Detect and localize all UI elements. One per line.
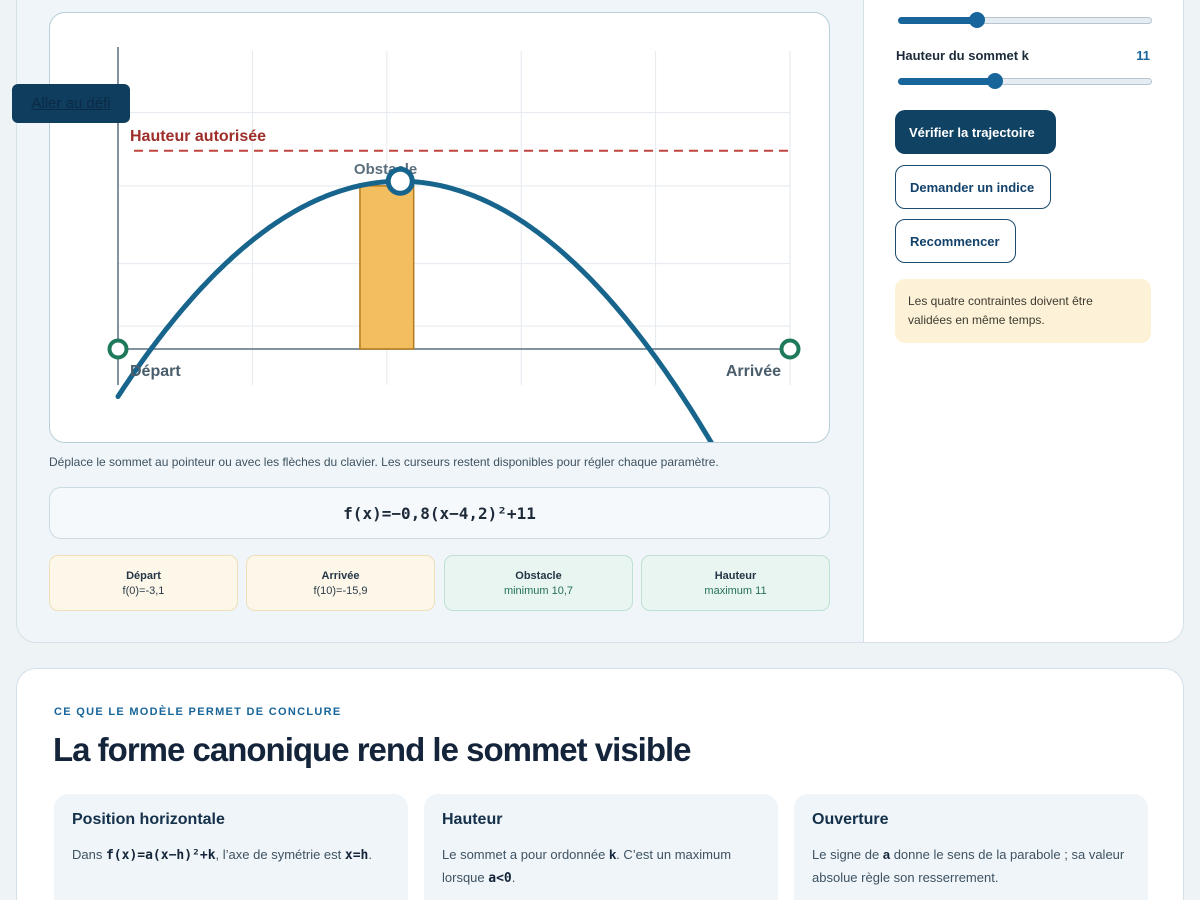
vertex-h-slider[interactable] xyxy=(896,12,1152,28)
constraints-note: Les quatre contraintes doivent être vali… xyxy=(895,279,1151,343)
card-title: Position horizontale xyxy=(72,811,225,828)
constraint-value: f(0)=-3,1 xyxy=(122,584,165,597)
function-formula: f(x)=−0,8(x−4,2)²+11 xyxy=(49,487,830,539)
conclusion-section: CE QUE LE MODÈLE PERMET DE CONCLURE La f… xyxy=(16,668,1184,900)
card-text: Le sommet a pour ordonnée k. C’est un ma… xyxy=(442,847,732,886)
skip-to-challenge-link[interactable]: Aller au défi xyxy=(12,84,130,123)
ask-hint-button[interactable]: Demander un indice xyxy=(895,165,1051,209)
constraint-height: Hauteur maximum 11 xyxy=(641,555,830,611)
card-title: Ouverture xyxy=(812,811,889,828)
card-text: Le signe de a donne le sens de la parabo… xyxy=(812,847,1125,885)
slider-thumb[interactable] xyxy=(968,12,985,28)
slider-fill xyxy=(898,17,977,24)
reset-button[interactable]: Recommencer xyxy=(895,219,1016,263)
constraint-value: minimum 10,7 xyxy=(503,584,574,597)
info-card-horizontal: Position horizontale Dans f(x)=a(x−h)²+k… xyxy=(54,794,408,900)
slider-thumb[interactable] xyxy=(986,73,1003,89)
constraint-title: Arrivée xyxy=(321,569,360,582)
card-title: Hauteur xyxy=(442,811,503,828)
height-limit-label: Hauteur autorisée xyxy=(130,128,266,145)
end-point xyxy=(779,338,801,360)
vertex-k-label: Hauteur du sommet k xyxy=(896,48,1029,63)
verify-trajectory-button[interactable]: Vérifier la trajectoire xyxy=(895,110,1056,154)
obstacle-block xyxy=(359,185,415,350)
vertex-k-value: 11 xyxy=(1136,48,1150,63)
vertex-k-slider[interactable] xyxy=(896,73,1152,89)
info-card-height: Hauteur Le sommet a pour ordonnée k. C’e… xyxy=(424,794,778,900)
interaction-hint: Déplace le sommet au pointeur ou avec le… xyxy=(49,455,719,469)
constraint-title: Obstacle xyxy=(515,569,562,582)
constraint-title: Hauteur xyxy=(714,569,757,582)
start-label: Départ xyxy=(130,363,181,380)
end-label: Arrivée xyxy=(726,363,781,380)
trajectory-graph[interactable]: Hauteur autorisée Obstacle Départ Arrivée xyxy=(49,12,830,443)
constraint-title: Départ xyxy=(126,569,161,582)
card-text: Dans f(x)=a(x−h)²+k, l’axe de symétrie e… xyxy=(72,847,372,863)
slider-fill xyxy=(898,78,995,85)
constraint-end: Arrivée f(10)=-15,9 xyxy=(246,555,435,611)
info-card-opening: Ouverture Le signe de a donne le sens de… xyxy=(794,794,1148,900)
constraint-value: maximum 11 xyxy=(704,584,767,597)
section-title: La forme canonique rend le sommet visibl… xyxy=(53,731,692,768)
constraint-value: f(10)=-15,9 xyxy=(313,584,368,597)
constraint-obstacle: Obstacle minimum 10,7 xyxy=(444,555,633,611)
constraints-row: Départ f(0)=-3,1 Arrivée f(10)=-15,9 Obs… xyxy=(49,555,830,611)
trajectory-curve xyxy=(115,178,714,442)
graph-canvas[interactable]: Hauteur autoriséeObstacleDépart Arrivée xyxy=(50,13,830,443)
vertex-drag-handle[interactable] xyxy=(385,166,415,196)
constraint-start: Départ f(0)=-3,1 xyxy=(49,555,238,611)
section-eyebrow: CE QUE LE MODÈLE PERMET DE CONCLURE xyxy=(54,706,342,718)
start-point xyxy=(107,338,129,360)
